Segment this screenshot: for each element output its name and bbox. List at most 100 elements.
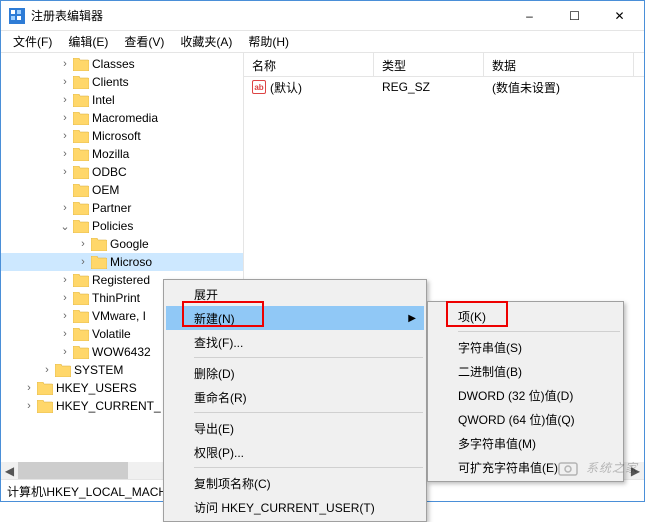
ctx-separator xyxy=(194,467,423,468)
menu-view[interactable]: 查看(V) xyxy=(116,31,172,52)
tree-item[interactable]: ⌄ Policies xyxy=(1,217,243,235)
expand-icon[interactable]: › xyxy=(59,166,71,178)
folder-icon xyxy=(73,219,89,233)
folder-icon xyxy=(91,237,107,251)
expand-icon[interactable]: › xyxy=(59,130,71,142)
list-body[interactable]: ab(默认)REG_SZ(数值未设置) xyxy=(244,77,644,97)
ctx-export[interactable]: 导出(E) xyxy=(166,416,424,440)
menu-favorites[interactable]: 收藏夹(A) xyxy=(172,31,240,52)
tree-item[interactable]: ›Mozilla xyxy=(1,145,243,163)
app-icon xyxy=(9,8,25,24)
scroll-left-button[interactable]: ◀ xyxy=(1,462,18,479)
ctx-new-string[interactable]: 字符串值(S) xyxy=(430,335,621,359)
list-header: 名称 类型 数据 xyxy=(244,53,644,77)
expand-icon[interactable]: › xyxy=(59,274,71,286)
tree-label: WOW6432 xyxy=(92,345,151,359)
menu-file[interactable]: 文件(F) xyxy=(5,31,60,52)
expand-icon[interactable]: › xyxy=(59,328,71,340)
tree-label: OEM xyxy=(92,183,119,197)
folder-icon xyxy=(73,327,89,341)
ctx-new-qword[interactable]: QWORD (64 位)值(Q) xyxy=(430,407,621,431)
tree-item[interactable]: › Macromedia xyxy=(1,109,243,127)
tree-item[interactable]: › Intel xyxy=(1,91,243,109)
minimize-button[interactable]: – xyxy=(507,1,552,30)
scroll-thumb[interactable] xyxy=(18,462,128,479)
col-name[interactable]: 名称 xyxy=(244,53,374,76)
expand-icon[interactable]: › xyxy=(59,58,71,70)
tree-label: Microso xyxy=(110,255,152,269)
expand-icon[interactable]: › xyxy=(77,256,89,268)
tree-item[interactable]: › Microso xyxy=(1,253,243,271)
col-type[interactable]: 类型 xyxy=(374,53,484,76)
tree-label: HKEY_CURRENT_ xyxy=(56,399,161,413)
ctx-goto-hkcu[interactable]: 访问 HKEY_CURRENT_USER(T) xyxy=(166,495,424,519)
expand-icon[interactable]: › xyxy=(59,148,71,160)
tree-item[interactable]: › Classes xyxy=(1,55,243,73)
expand-icon[interactable]: › xyxy=(59,94,71,106)
ctx-new-key[interactable]: 项(K) xyxy=(430,304,621,328)
expand-icon[interactable]: › xyxy=(59,112,71,124)
ctx-permissions[interactable]: 权限(P)... xyxy=(166,440,424,464)
tree-item[interactable]: › Google xyxy=(1,235,243,253)
menu-help[interactable]: 帮助(H) xyxy=(240,31,297,52)
tree-label: Clients xyxy=(92,75,129,89)
folder-icon xyxy=(73,345,89,359)
folder-icon xyxy=(73,93,89,107)
tree-item[interactable]: › Clients xyxy=(1,73,243,91)
tree-label: Policies xyxy=(92,219,133,233)
menu-edit[interactable]: 编辑(E) xyxy=(60,31,116,52)
ctx-new-dword[interactable]: DWORD (32 位)值(D) xyxy=(430,383,621,407)
expand-icon[interactable]: › xyxy=(59,310,71,322)
folder-icon xyxy=(91,255,107,269)
expand-icon[interactable]: › xyxy=(59,292,71,304)
tree-label: Classes xyxy=(92,57,135,71)
ctx-separator xyxy=(194,357,423,358)
folder-icon xyxy=(55,363,71,377)
expand-icon[interactable]: › xyxy=(41,364,53,376)
folder-icon xyxy=(73,75,89,89)
col-data[interactable]: 数据 xyxy=(484,53,634,76)
ctx-expand[interactable]: 展开 xyxy=(166,282,424,306)
expand-icon[interactable]: › xyxy=(77,238,89,250)
expand-icon[interactable]: ⌄ xyxy=(59,220,71,233)
expand-icon[interactable]: › xyxy=(59,202,71,214)
tree-item[interactable]: OEM xyxy=(1,181,243,199)
folder-icon xyxy=(73,183,89,197)
value-data: (数值未设置) xyxy=(484,77,634,98)
ctx-delete[interactable]: 删除(D) xyxy=(166,361,424,385)
context-menu-main: 展开 新建(N) ▶ 查找(F)... 删除(D) 重命名(R) 导出(E) 权… xyxy=(163,279,427,522)
folder-icon xyxy=(73,309,89,323)
maximize-button[interactable]: ☐ xyxy=(552,1,597,30)
ctx-new-binary[interactable]: 二进制值(B) xyxy=(430,359,621,383)
ctx-new-multistring[interactable]: 多字符串值(M) xyxy=(430,431,621,455)
tree-label: Registered xyxy=(92,273,150,287)
tree-label: Google xyxy=(110,237,149,251)
context-menu-new: 项(K) 字符串值(S) 二进制值(B) DWORD (32 位)值(D) QW… xyxy=(427,301,624,482)
list-row[interactable]: ab(默认)REG_SZ(数值未设置) xyxy=(244,77,644,97)
tree-label: Intel xyxy=(92,93,115,107)
expand-icon[interactable]: › xyxy=(23,400,35,412)
expand-icon[interactable]: › xyxy=(23,382,35,394)
folder-icon xyxy=(73,201,89,215)
ctx-find[interactable]: 查找(F)... xyxy=(166,330,424,354)
ctx-separator xyxy=(194,412,423,413)
tree-item[interactable]: ›ODBC xyxy=(1,163,243,181)
status-path: 计算机\HKEY_LOCAL_MACHI xyxy=(7,485,170,499)
tree-item[interactable]: ›Microsoft xyxy=(1,127,243,145)
ctx-new[interactable]: 新建(N) ▶ xyxy=(166,306,424,330)
close-button[interactable]: ✕ xyxy=(597,1,642,30)
tree-label: Partner xyxy=(92,201,131,215)
folder-icon xyxy=(37,381,53,395)
expand-icon[interactable]: › xyxy=(59,346,71,358)
ctx-copy-key-name[interactable]: 复制项名称(C) xyxy=(166,471,424,495)
folder-icon xyxy=(73,111,89,125)
ctx-rename[interactable]: 重命名(R) xyxy=(166,385,424,409)
tree-item[interactable]: › Partner xyxy=(1,199,243,217)
tree-label: Macromedia xyxy=(92,111,158,125)
folder-icon xyxy=(73,129,89,143)
tree-label: SYSTEM xyxy=(74,363,123,377)
expand-icon[interactable]: › xyxy=(59,76,71,88)
ctx-separator xyxy=(458,331,620,332)
value-name: (默认) xyxy=(270,79,302,96)
folder-icon xyxy=(73,165,89,179)
